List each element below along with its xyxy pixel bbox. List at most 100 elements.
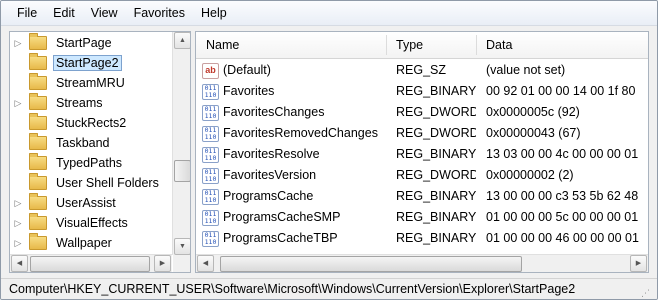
folder-icon xyxy=(29,173,47,190)
menu-edit[interactable]: Edit xyxy=(45,1,83,25)
list-header: Name Type Data xyxy=(196,32,648,59)
menu-bar: File Edit View Favorites Help xyxy=(1,1,657,26)
value-type: REG_BINARY xyxy=(396,210,476,224)
value-data: 0x00000043 (67) xyxy=(486,126,581,140)
value-row[interactable]: 011 110 Favorites REG_BINARY 00 92 01 00 00 … xyxy=(196,81,648,102)
column-header-data[interactable]: Data xyxy=(476,32,648,58)
menu-favorites[interactable]: Favorites xyxy=(126,1,193,25)
value-name: FavoritesRemovedChanges xyxy=(223,126,378,140)
expand-arrow-icon[interactable]: ▷ xyxy=(13,218,23,229)
tree-scroll-thumb[interactable] xyxy=(174,160,190,182)
value-name: FavoritesVersion xyxy=(223,168,317,182)
column-header-type[interactable]: Type xyxy=(386,32,476,58)
scroll-right-button[interactable]: ▶ xyxy=(154,255,171,272)
value-data: 01 00 00 00 46 00 00 00 01 xyxy=(486,231,639,245)
binary-value-icon: 011 110 xyxy=(202,84,219,100)
value-row[interactable]: 011 110 FavoritesRemovedChanges REG_DWORD 0x… xyxy=(196,123,648,144)
value-row[interactable]: 011 110 ProgramsCacheTBP REG_BINARY 01 00 00… xyxy=(196,228,648,249)
resize-grip-icon[interactable]: ⋰ xyxy=(641,283,653,298)
registry-editor-window: File Edit View Favorites Help ▷ StartPage… xyxy=(0,0,658,300)
registry-values-list[interactable]: Name Type Data ab (Default) REG_SZ (value n… xyxy=(195,31,649,273)
folder-icon xyxy=(29,33,47,50)
value-name: (Default) xyxy=(223,63,271,77)
folder-icon xyxy=(29,113,47,130)
tree-item[interactable]: TypedPaths xyxy=(10,153,170,173)
value-name: FavoritesResolve xyxy=(223,147,320,161)
tree-item-label: StartPage xyxy=(56,36,112,50)
value-data: 01 00 00 00 5c 00 00 00 01 xyxy=(486,210,639,224)
value-row[interactable]: 011 110 FavoritesChanges REG_DWORD 0x0000005… xyxy=(196,102,648,123)
tree-item[interactable]: User Shell Folders xyxy=(10,173,170,193)
scroll-left-button[interactable]: ◀ xyxy=(197,255,214,272)
tree-item-label: StartPage2 xyxy=(53,55,122,71)
value-type: REG_BINARY xyxy=(396,189,476,203)
menu-view[interactable]: View xyxy=(83,1,126,25)
scroll-left-button[interactable]: ◀ xyxy=(11,255,28,272)
binary-value-icon: 011 110 xyxy=(202,126,219,142)
expand-arrow-icon[interactable]: ▷ xyxy=(13,198,23,209)
value-row[interactable]: 011 110 FavoritesVersion REG_DWORD 0x0000000… xyxy=(196,165,648,186)
value-row[interactable]: 011 110 ProgramsCache REG_BINARY 13 00 00 00… xyxy=(196,186,648,207)
folder-icon xyxy=(29,53,47,70)
binary-value-icon: 011 110 xyxy=(202,231,219,247)
value-row[interactable]: ab (Default) REG_SZ (value not set) xyxy=(196,60,648,81)
value-row[interactable]: 011 110 FavoritesResolve REG_BINARY 13 03 00… xyxy=(196,144,648,165)
tree-item[interactable]: Taskband xyxy=(10,133,170,153)
value-name: ProgramsCacheTBP xyxy=(223,231,338,245)
string-value-icon: ab xyxy=(202,63,219,79)
folder-icon xyxy=(29,93,47,110)
menu-help[interactable]: Help xyxy=(193,1,235,25)
value-type: REG_BINARY xyxy=(396,84,476,98)
menu-file[interactable]: File xyxy=(1,1,45,25)
tree-item-label: Taskband xyxy=(56,136,110,150)
tree-item[interactable]: StuckRects2 xyxy=(10,113,170,133)
tree-vertical-scrollbar[interactable]: ▲ ▼ xyxy=(172,32,190,255)
column-header-name[interactable]: Name xyxy=(196,32,386,58)
binary-value-icon: 011 110 xyxy=(202,105,219,121)
tree-hscroll-thumb[interactable] xyxy=(30,256,150,272)
expand-arrow-icon[interactable]: ▷ xyxy=(13,98,23,109)
value-data: (value not set) xyxy=(486,63,566,77)
binary-value-icon: 011 110 xyxy=(202,189,219,205)
tree-item[interactable]: StreamMRU xyxy=(10,73,170,93)
binary-value-icon: 011 110 xyxy=(202,147,219,163)
value-type: REG_SZ xyxy=(396,63,447,77)
value-data: 00 92 01 00 00 14 00 1f 80 xyxy=(486,84,636,98)
binary-value-icon: 011 110 xyxy=(202,168,219,184)
tree-item[interactable]: ▷ Wallpaper xyxy=(10,233,170,253)
folder-icon xyxy=(29,73,47,90)
status-path: Computer\HKEY_CURRENT_USER\Software\Micr… xyxy=(9,282,576,296)
tree-item-label: StuckRects2 xyxy=(56,116,127,130)
registry-key-tree[interactable]: ▷ StartPage StartPage2 StreamMRU ▷ Streams Stu… xyxy=(9,31,191,273)
tree-item-label: VisualEffects xyxy=(56,216,128,230)
value-data: 13 03 00 00 4c 00 00 00 01 xyxy=(486,147,639,161)
value-type: REG_DWORD xyxy=(396,168,476,182)
value-name: Favorites xyxy=(223,84,275,98)
scroll-corner xyxy=(173,255,190,272)
tree-item[interactable]: ▷ Streams xyxy=(10,93,170,113)
folder-icon xyxy=(29,153,47,170)
scroll-down-button[interactable]: ▼ xyxy=(174,238,190,255)
tree-item-label: Wallpaper xyxy=(56,236,112,250)
tree-item-label: TypedPaths xyxy=(56,156,123,170)
expand-arrow-icon[interactable]: ▷ xyxy=(13,238,23,249)
tree-item[interactable]: ▷ UserAssist xyxy=(10,193,170,213)
folder-icon xyxy=(29,233,47,250)
value-data: 0x0000005c (92) xyxy=(486,105,580,119)
scroll-up-button[interactable]: ▲ xyxy=(174,32,190,49)
value-type: REG_BINARY xyxy=(396,231,476,245)
value-type: REG_DWORD xyxy=(396,105,476,119)
tree-item[interactable]: ▷ VisualEffects xyxy=(10,213,170,233)
value-type: REG_DWORD xyxy=(396,126,476,140)
list-hscroll-thumb[interactable] xyxy=(220,256,522,272)
expand-arrow-icon[interactable]: ▷ xyxy=(13,38,23,49)
tree-horizontal-scrollbar[interactable]: ◀ ▶ xyxy=(10,254,172,272)
value-row[interactable]: 011 110 ProgramsCacheSMP REG_BINARY 01 00 00… xyxy=(196,207,648,228)
tree-item[interactable]: ▷ StartPage xyxy=(10,33,170,53)
binary-value-icon: 011 110 xyxy=(202,210,219,226)
folder-icon xyxy=(29,213,47,230)
tree-item-label: User Shell Folders xyxy=(56,176,159,190)
scroll-right-button[interactable]: ▶ xyxy=(630,255,647,272)
tree-item[interactable]: StartPage2 xyxy=(10,53,170,73)
list-horizontal-scrollbar[interactable]: ◀ ▶ xyxy=(196,254,648,272)
